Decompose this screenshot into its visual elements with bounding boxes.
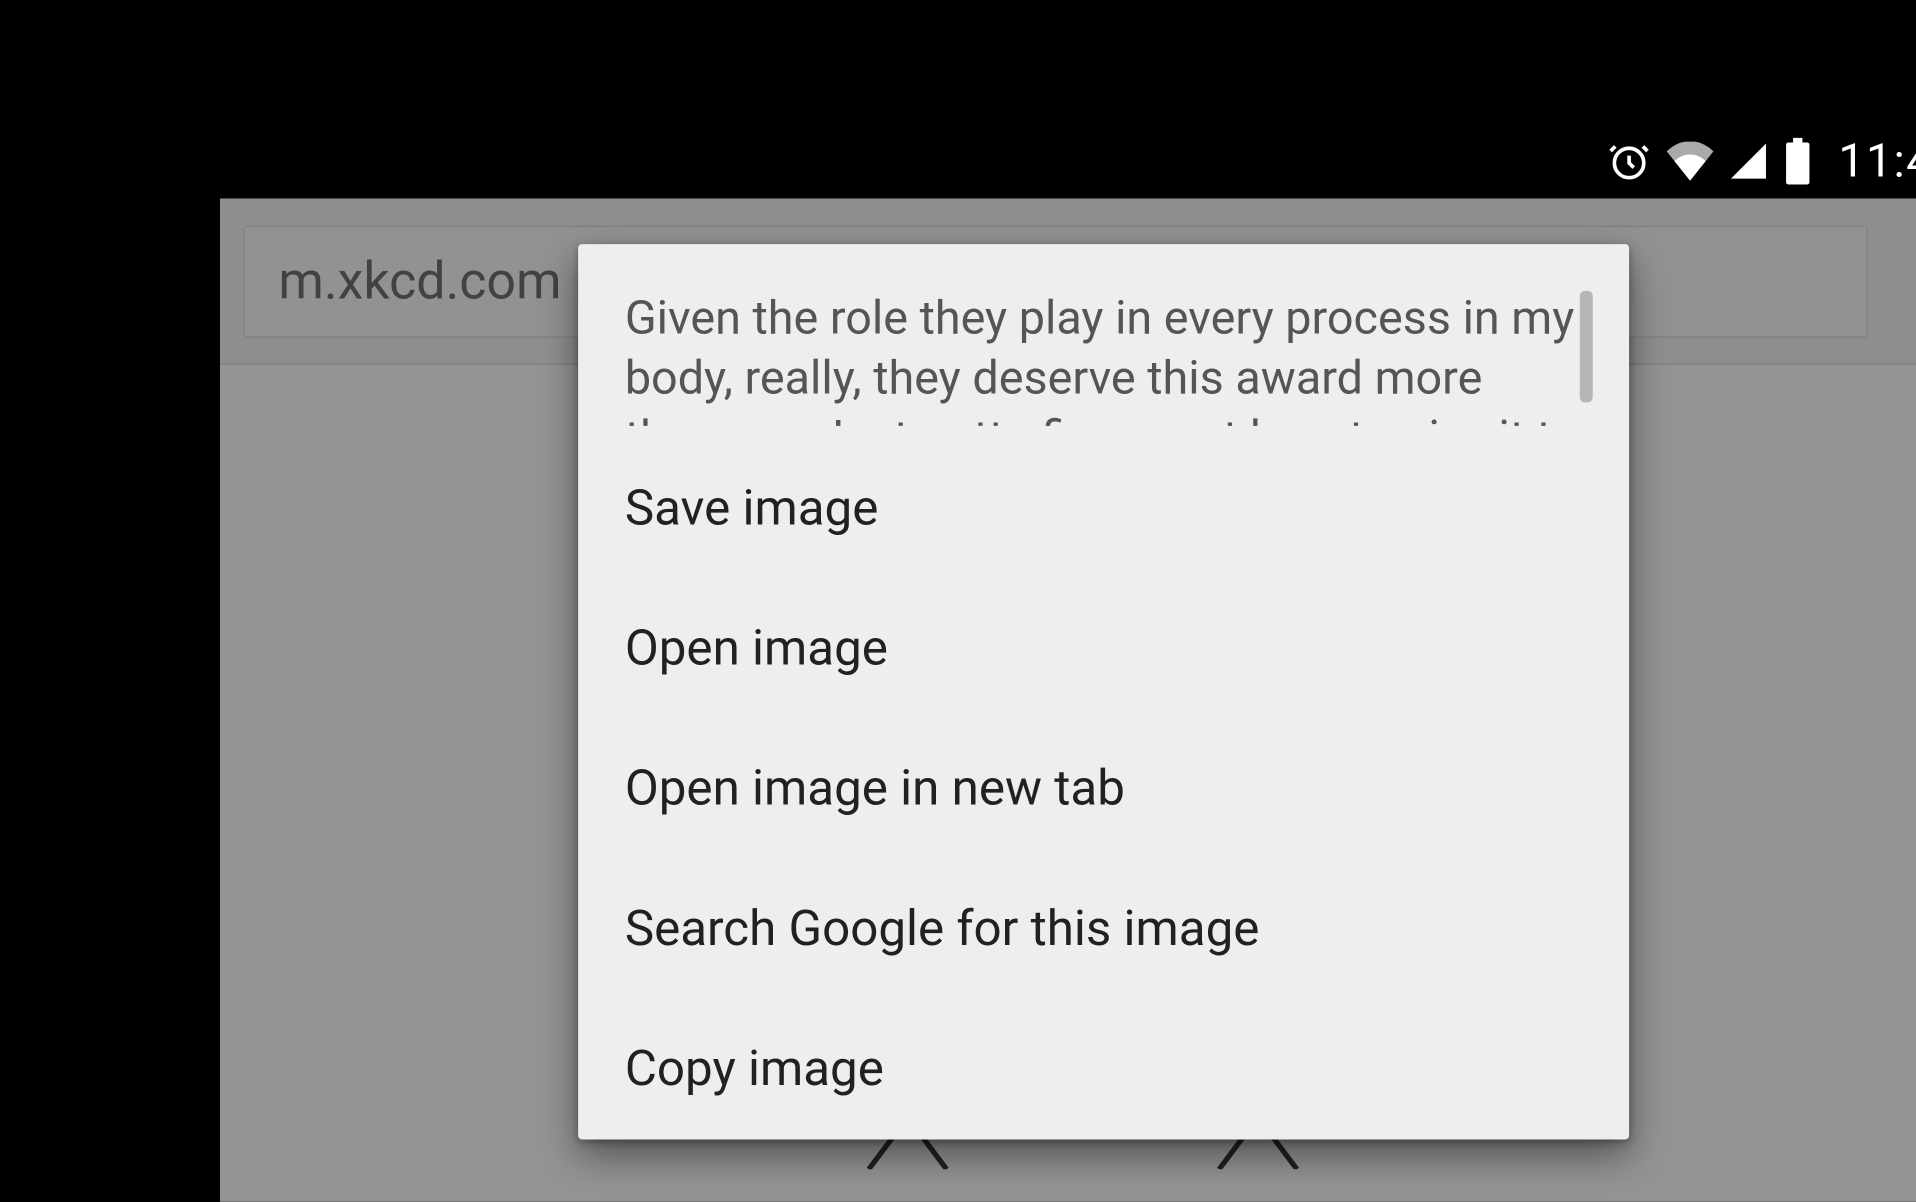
context-menu-header: Given the role they play in every proces… bbox=[578, 244, 1629, 426]
menu-item-label: Open image bbox=[625, 620, 888, 677]
context-menu-items: Save image Open image Open image in new … bbox=[578, 426, 1629, 1140]
menu-item-save-image[interactable]: Save image bbox=[578, 439, 1629, 579]
menu-item-label: Search Google for this image bbox=[625, 901, 1260, 958]
menu-item-copy-image[interactable]: Copy image bbox=[578, 999, 1629, 1139]
wifi-icon bbox=[1667, 142, 1714, 181]
clock-text: 11:47 bbox=[1838, 134, 1916, 188]
image-context-menu: Given the role they play in every proces… bbox=[578, 244, 1629, 1139]
scrollbar-thumb[interactable] bbox=[1580, 291, 1593, 403]
menu-item-search-google[interactable]: Search Google for this image bbox=[578, 859, 1629, 999]
cellular-icon bbox=[1729, 142, 1768, 181]
alarm-icon bbox=[1607, 139, 1651, 183]
menu-item-label: Save image bbox=[625, 480, 879, 537]
menu-item-open-new-tab[interactable]: Open image in new tab bbox=[578, 719, 1629, 859]
menu-item-label: Copy image bbox=[625, 1041, 884, 1098]
context-menu-header-text: Given the role they play in every proces… bbox=[625, 288, 1583, 426]
status-bar: 11:47 bbox=[220, 124, 1916, 199]
battery-icon bbox=[1784, 138, 1813, 185]
menu-item-label: Open image in new tab bbox=[625, 761, 1125, 818]
menu-item-open-image[interactable]: Open image bbox=[578, 579, 1629, 719]
phone-frame: 11:47 m.xkcd. bbox=[220, 124, 1916, 1202]
